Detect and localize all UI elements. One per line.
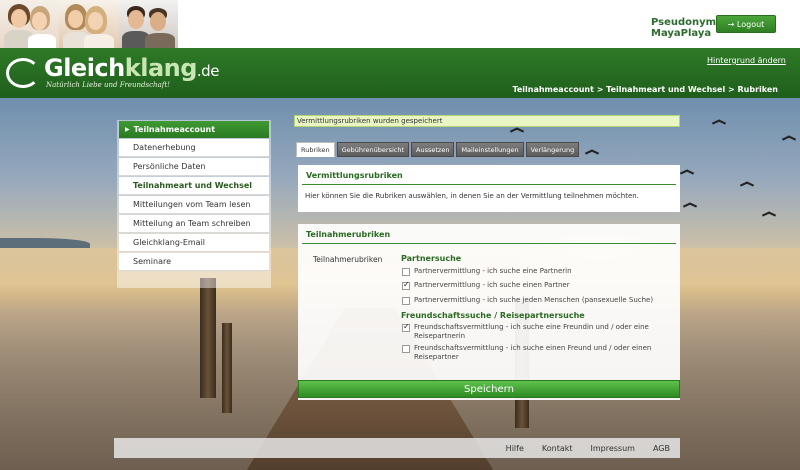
distant-shore xyxy=(0,238,90,248)
tab-aussetzen[interactable]: Aussetzen xyxy=(411,142,455,157)
logo-main: Gleich xyxy=(44,54,125,82)
bird-icon xyxy=(683,201,697,209)
logo-accent: klang xyxy=(124,54,198,82)
option-freundin[interactable]: Freundschaftsvermittlung - ich suche ein… xyxy=(402,322,672,341)
option-label: Partnervermittlung - ich suche einen Par… xyxy=(414,281,570,289)
option-label: Freundschaftsvermittlung - ich suche ein… xyxy=(414,344,652,361)
footer-link-impressum[interactable]: Impressum xyxy=(591,444,635,453)
save-button[interactable]: Speichern xyxy=(298,380,680,398)
sidebar-heading-label: Teilnahmeaccount xyxy=(133,125,216,134)
tab-maileinstellungen[interactable]: Maileinstellungen xyxy=(456,142,524,157)
logo-swirl-icon xyxy=(6,58,40,88)
footer: Hilfe Kontakt Impressum AGB xyxy=(114,438,680,458)
tab-bar: Rubriken Gebührenübersicht Aussetzen Mai… xyxy=(296,142,580,157)
top-header: Pseudonym MayaPlaya → Logout xyxy=(0,0,800,48)
rubric-row-label: Teilnahmerubriken xyxy=(313,255,383,264)
footer-link-kontakt[interactable]: Kontakt xyxy=(542,444,573,453)
rubric-panel: Teilnahmerubriken Teilnahmerubriken Part… xyxy=(298,224,680,400)
sidebar-item-seminare[interactable]: Seminare xyxy=(119,253,269,271)
group-freundschaft-title: Freundschaftssuche / Reisepartnersuche xyxy=(401,311,585,320)
pier-post xyxy=(222,323,232,413)
sidebar-item-mitteilung-schreiben[interactable]: Mitteilung an Team schreiben xyxy=(119,215,269,233)
sidebar-item-email[interactable]: Gleichklang-Email xyxy=(119,234,269,252)
tab-rubriken[interactable]: Rubriken xyxy=(296,142,335,157)
bird-icon xyxy=(782,134,796,142)
logo-wordmark: Gleichklang.de xyxy=(44,55,219,84)
bird-icon xyxy=(510,126,524,134)
checkbox[interactable] xyxy=(402,297,410,305)
option-pansexuell[interactable]: Partnervermittlung - ich suche jeden Men… xyxy=(402,296,672,305)
intro-panel-title: Vermittlungsrubriken xyxy=(306,171,403,180)
pier-post xyxy=(200,278,216,398)
header-photos xyxy=(0,0,178,48)
triangle-right-icon: ▶ xyxy=(125,126,130,133)
option-label: Freundschaftsvermittlung - ich suche ein… xyxy=(414,323,649,340)
bird-icon xyxy=(585,148,599,156)
logout-button[interactable]: → Logout xyxy=(716,15,776,33)
option-freund[interactable]: Freundschaftsvermittlung - ich suche ein… xyxy=(402,344,672,362)
bird-icon xyxy=(740,180,754,188)
option-label: Partnervermittlung - ich suche eine Part… xyxy=(414,267,572,275)
sidebar-heading[interactable]: ▶ Teilnahmeaccount xyxy=(119,121,269,138)
friends-photo xyxy=(59,0,119,48)
checkbox[interactable] xyxy=(402,268,410,276)
bird-icon xyxy=(712,118,726,126)
logo-tld: .de xyxy=(196,62,220,80)
checkbox[interactable] xyxy=(402,345,410,353)
username: MayaPlaya xyxy=(651,28,712,39)
intro-description: Hier können Sie die Rubriken auswählen, … xyxy=(305,192,639,200)
rubric-panel-title: Teilnahmerubriken xyxy=(306,230,391,239)
change-background-link[interactable]: Hintergrund ändern xyxy=(707,56,786,65)
group-partnersuche-title: Partnersuche xyxy=(401,254,462,263)
bird-icon xyxy=(680,168,694,176)
couple-photo xyxy=(0,0,60,48)
slogan: Natürlich Liebe und Freundschaft! xyxy=(46,81,170,89)
sidebar-item-teilnahmeart[interactable]: Teilnahmeart und Wechsel xyxy=(119,177,269,195)
breadcrumb: Teilnahmeaccount > Teilnahmeart und Wech… xyxy=(512,85,778,94)
checkbox-checked[interactable] xyxy=(402,322,410,332)
sidebar-item-datenerhebung[interactable]: Datenerhebung xyxy=(119,139,269,157)
option-partner[interactable]: Partnervermittlung - ich suche einen Par… xyxy=(402,280,672,290)
logo[interactable]: Gleichklang.de Natürlich Liebe und Freun… xyxy=(6,50,236,96)
men-couple-photo xyxy=(118,0,178,48)
user-identity: Pseudonym MayaPlaya xyxy=(651,17,716,39)
divider xyxy=(302,243,676,244)
checkbox-checked[interactable] xyxy=(402,280,410,290)
footer-link-agb[interactable]: AGB xyxy=(653,444,670,453)
tab-gebuehren[interactable]: Gebührenübersicht xyxy=(336,142,410,157)
intro-panel: Vermittlungsrubriken Hier können Sie die… xyxy=(298,165,680,212)
success-notice: Vermittlungsrubriken wurden gespeichert xyxy=(294,115,680,127)
option-label: Partnervermittlung - ich suche jeden Men… xyxy=(414,296,654,304)
option-partnerin[interactable]: Partnervermittlung - ich suche eine Part… xyxy=(402,267,672,276)
sidebar-item-mitteilungen-lesen[interactable]: Mitteilungen vom Team lesen xyxy=(119,196,269,214)
pseudonym-label: Pseudonym xyxy=(651,17,717,28)
sidebar-item-persoenliche-daten[interactable]: Persönliche Daten xyxy=(119,158,269,176)
tab-verlaengerung[interactable]: Verlängerung xyxy=(525,142,580,157)
bird-icon xyxy=(762,210,776,218)
divider xyxy=(302,184,676,185)
footer-link-hilfe[interactable]: Hilfe xyxy=(506,444,524,453)
